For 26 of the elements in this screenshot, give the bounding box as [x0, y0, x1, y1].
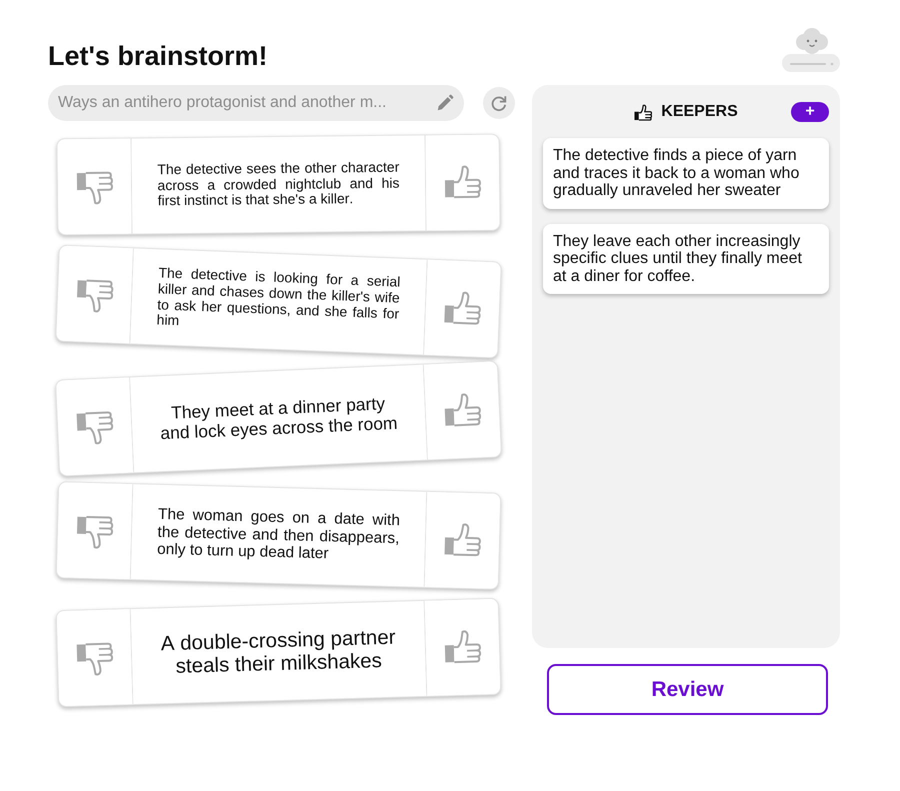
idea-text: The woman goes on a date with the detective and then disappears, only to turn up dead later	[156, 506, 402, 564]
add-button[interactable]: +	[791, 102, 829, 122]
idea-text: The detective is looking for a serial killer and chases down the killer's wife to ask her questions, and she falls for him	[155, 264, 402, 330]
thumbs-down-button[interactable]	[58, 138, 132, 234]
thumbs-down-button[interactable]	[56, 246, 134, 344]
keeper-card: They leave each other increasingly specific clues until they finally meet at a diner for coffee.	[543, 224, 829, 294]
thumbs-down-button[interactable]	[56, 609, 134, 706]
thumbs-up-button[interactable]	[424, 492, 500, 589]
thumbs-up-button[interactable]	[424, 598, 500, 696]
thumbs-down-button[interactable]	[56, 482, 134, 580]
thumbs-down-button[interactable]	[56, 377, 134, 476]
idea-text: They meet at a dinner party and lock eyes across the room	[158, 392, 399, 444]
thumbs-up-icon	[634, 104, 652, 120]
page-title: Let's brainstorm!	[48, 40, 268, 72]
idea-text: The detective sees the other character across a crowded nightclub and his first instinct is that she's a killer.	[156, 159, 401, 210]
thumbs-up-button[interactable]	[424, 134, 500, 230]
thumbs-up-button[interactable]	[423, 260, 501, 358]
idea-text: A double-crossing partner steals their milkshakes	[160, 625, 397, 680]
pencil-icon[interactable]	[436, 94, 454, 112]
keepers-heading: KEEPERS	[661, 103, 738, 121]
refresh-icon	[490, 94, 508, 112]
keeper-card: The detective finds a piece of yarn and traces it back to a woman who gradually unraveled her sweater	[543, 138, 829, 208]
review-button[interactable]: Review	[547, 664, 828, 715]
refresh-button[interactable]	[483, 87, 515, 119]
thumbs-up-button[interactable]	[422, 361, 501, 460]
cloud-mascot-icon	[782, 28, 840, 72]
